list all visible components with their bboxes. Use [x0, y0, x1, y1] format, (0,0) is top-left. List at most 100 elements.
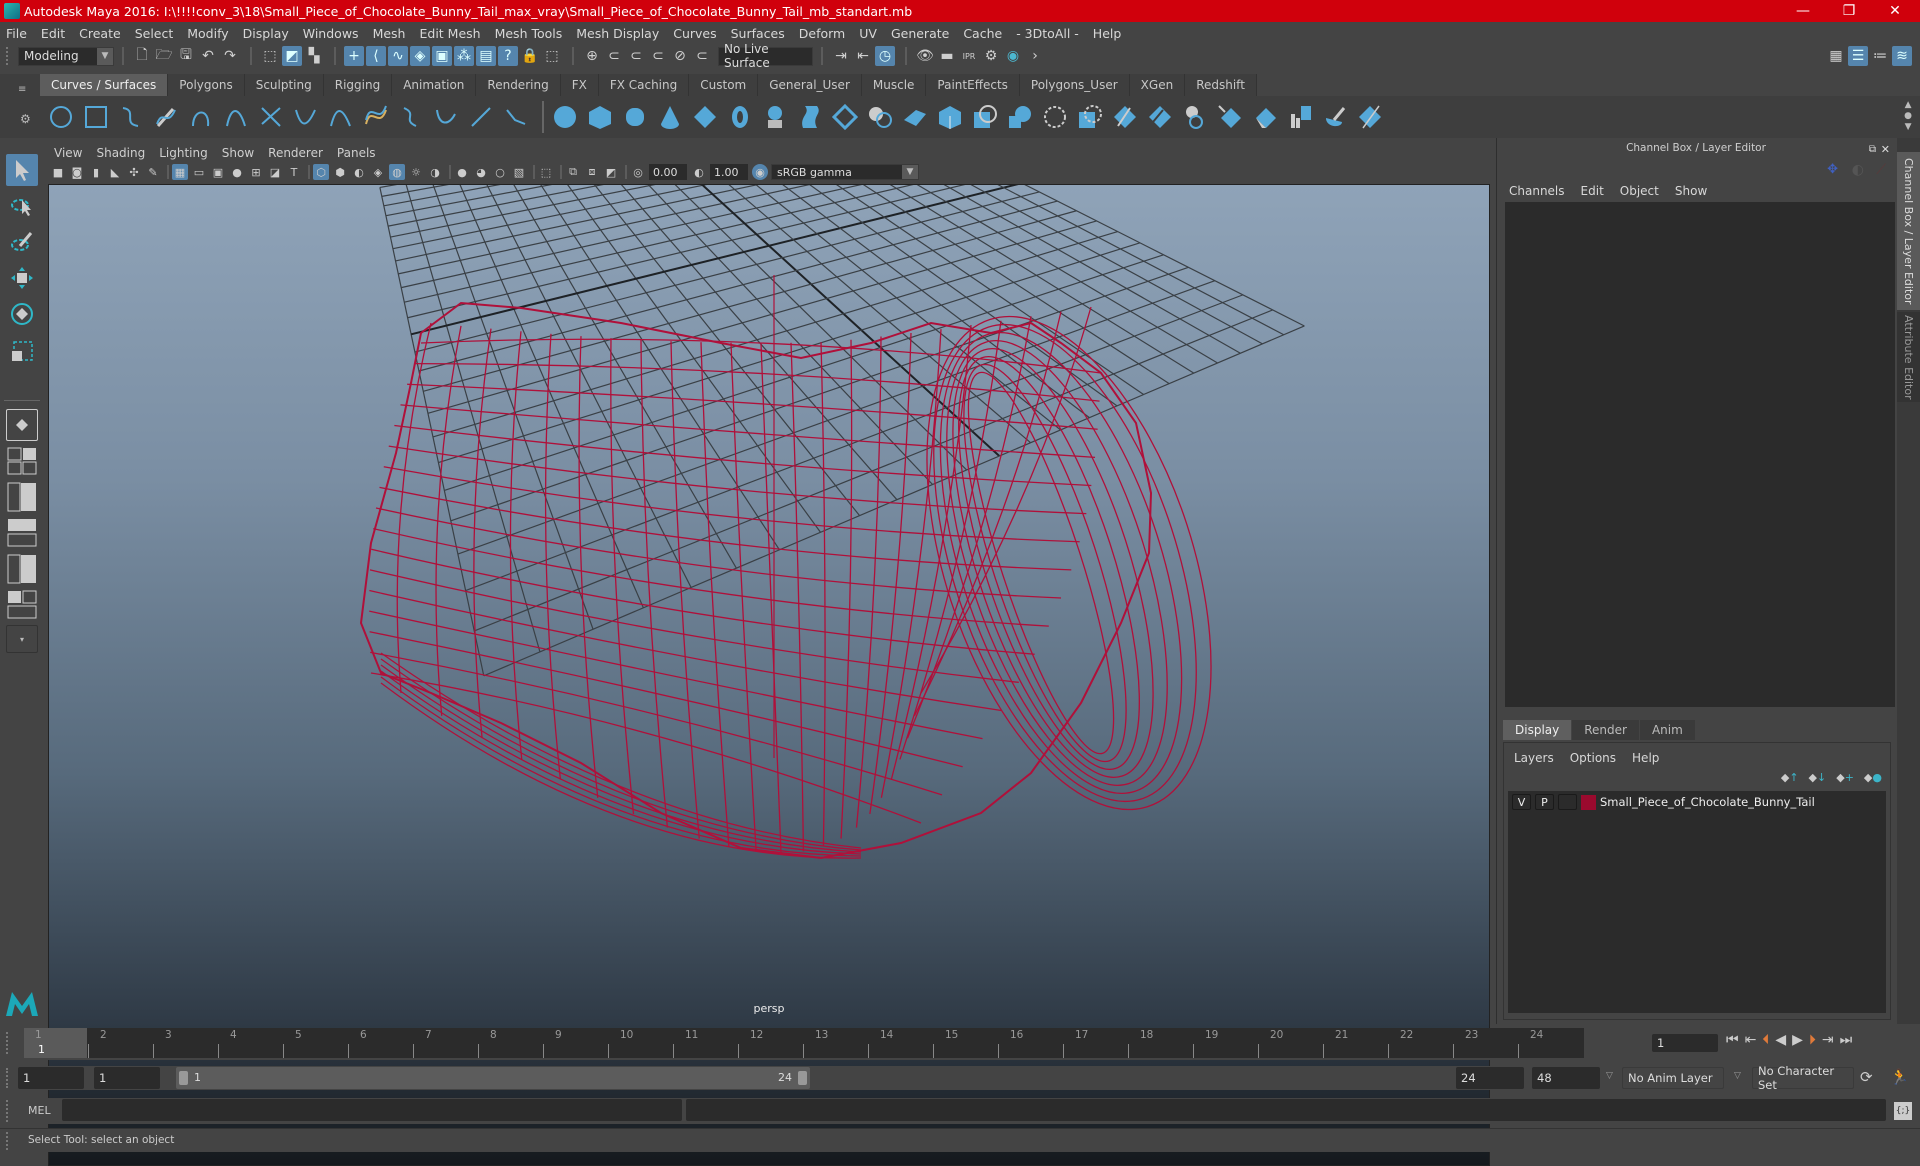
- layer-tab-anim[interactable]: Anim: [1639, 720, 1695, 740]
- drag-handle[interactable]: [6, 47, 14, 65]
- current-frame-field[interactable]: 1: [1652, 1034, 1718, 1052]
- modeling-toolkit-icon[interactable]: ▦: [1826, 46, 1846, 66]
- menu-select[interactable]: Select: [135, 26, 174, 41]
- collapse-arrow-icon[interactable]: ›: [1025, 46, 1045, 66]
- perspective-viewport[interactable]: z y x persp: [48, 184, 1490, 1166]
- animation-preferences-icon[interactable]: 🏃: [1890, 1068, 1909, 1086]
- playback-start-field[interactable]: 1: [94, 1067, 160, 1089]
- live-surface-field[interactable]: No Live Surface: [718, 42, 813, 70]
- birail-icon[interactable]: [900, 102, 930, 132]
- menu-deform[interactable]: Deform: [799, 26, 845, 41]
- range-end-handle[interactable]: [798, 1071, 807, 1085]
- menu-3dtoall[interactable]: - 3DtoAll -: [1016, 26, 1079, 41]
- hypershade-persp-layout-button[interactable]: [6, 553, 38, 585]
- lasso-tool[interactable]: [6, 190, 38, 222]
- layer-row[interactable]: V P Small_Piece_of_Chocolate_Bunny_Tail: [1508, 791, 1886, 813]
- attribute-editor-toggle-icon[interactable]: ☰: [1848, 46, 1868, 66]
- select-dynamics-icon[interactable]: ⁂: [454, 46, 474, 66]
- xray-components-icon[interactable]: ◩: [603, 164, 619, 180]
- loft-icon[interactable]: [795, 102, 825, 132]
- motion-blur-icon[interactable]: ◕: [473, 164, 489, 180]
- cut-curve-icon[interactable]: [256, 102, 286, 132]
- vp-menu-lighting[interactable]: Lighting: [159, 146, 208, 160]
- menu-curves[interactable]: Curves: [673, 26, 716, 41]
- shelf-tab-animation[interactable]: Animation: [392, 74, 477, 96]
- hyper-icon[interactable]: ⟋: [1876, 162, 1886, 178]
- shelf-tab-fx-caching[interactable]: FX Caching: [598, 74, 690, 96]
- move-layer-down-icon[interactable]: ◆↓: [1809, 771, 1827, 784]
- insert-knot-icon[interactable]: [466, 102, 496, 132]
- close-panel-icon[interactable]: ✕: [1881, 143, 1890, 156]
- pencil-curve-icon[interactable]: [151, 102, 181, 132]
- bezier-curve-icon[interactable]: [501, 102, 531, 132]
- anim-layer-chevron-icon[interactable]: ▽: [1606, 1071, 1613, 1081]
- lock-icon[interactable]: 🔒: [520, 46, 540, 66]
- shelf-tab-xgen[interactable]: XGen: [1129, 74, 1186, 96]
- side-tab-channel-box[interactable]: Channel Box / Layer Editor: [1897, 152, 1920, 310]
- render-view-icon[interactable]: 👁: [915, 46, 935, 66]
- view-transform-dropdown[interactable]: sRGB gamma ▼: [771, 164, 919, 180]
- intersect-surface-icon[interactable]: [1040, 102, 1070, 132]
- menu-file[interactable]: File: [6, 26, 27, 41]
- shelf-tab-painteffects[interactable]: PaintEffects: [926, 74, 1020, 96]
- attach-curve-icon[interactable]: [291, 102, 321, 132]
- channel-box-toggle-icon[interactable]: ≋: [1892, 46, 1912, 66]
- color-management-toggle-icon[interactable]: ◉: [752, 164, 768, 180]
- menu-create[interactable]: Create: [79, 26, 121, 41]
- snap-curve-icon[interactable]: ⊂: [604, 46, 624, 66]
- vp-menu-panels[interactable]: Panels: [337, 146, 376, 160]
- script-editor-icon[interactable]: {;}: [1894, 1102, 1912, 1120]
- go-to-start-button[interactable]: ⏮: [1726, 1032, 1739, 1048]
- vp-menu-view[interactable]: View: [54, 146, 82, 160]
- current-time-indicator[interactable]: 1: [24, 1028, 87, 1058]
- ipr-render-icon[interactable]: IPR: [959, 46, 979, 66]
- square-surface-icon[interactable]: [970, 102, 1000, 132]
- ep-curve-icon[interactable]: [186, 102, 216, 132]
- menu-mesh-display[interactable]: Mesh Display: [576, 26, 659, 41]
- exposure-field[interactable]: 0.00: [649, 164, 687, 180]
- cb-menu-channels[interactable]: Channels: [1509, 184, 1565, 198]
- side-tab-attribute-editor[interactable]: Attribute Editor: [1897, 312, 1920, 402]
- move-layer-up-icon[interactable]: ◆↑: [1781, 771, 1799, 784]
- construction-history-icon[interactable]: ◷: [875, 46, 895, 66]
- hypershade-icon[interactable]: ◉: [1003, 46, 1023, 66]
- layer-display-type-toggle[interactable]: [1558, 794, 1577, 810]
- scale-tool[interactable]: [6, 334, 38, 366]
- boundary-icon[interactable]: [935, 102, 965, 132]
- drag-handle[interactable]: [6, 1100, 8, 1122]
- shelf-tab-curves-surfaces[interactable]: Curves / Surfaces: [40, 74, 169, 96]
- film-gate-icon[interactable]: ▭: [191, 164, 207, 180]
- field-chart-icon[interactable]: ⊞: [248, 164, 264, 180]
- revolve-icon[interactable]: [760, 102, 790, 132]
- menu-surfaces[interactable]: Surfaces: [731, 26, 785, 41]
- vp-menu-shading[interactable]: Shading: [96, 146, 145, 160]
- select-component-icon[interactable]: ▚: [304, 46, 324, 66]
- vp-menu-renderer[interactable]: Renderer: [268, 146, 323, 160]
- play-backwards-button[interactable]: ◀: [1775, 1032, 1786, 1048]
- minimize-button[interactable]: —: [1780, 0, 1826, 22]
- redo-icon[interactable]: ↷: [220, 46, 240, 66]
- select-rendering-icon[interactable]: ▤: [476, 46, 496, 66]
- planar-icon[interactable]: [830, 102, 860, 132]
- four-view-layout-button[interactable]: [6, 445, 38, 477]
- save-scene-icon[interactable]: 🖫: [176, 46, 196, 66]
- anti-aliasing-icon[interactable]: ○: [492, 164, 508, 180]
- menu-mesh[interactable]: Mesh: [373, 26, 406, 41]
- scene-canvas[interactable]: [49, 185, 1490, 1025]
- render-current-icon[interactable]: ▬: [937, 46, 957, 66]
- command-language-label[interactable]: MEL: [28, 1104, 51, 1117]
- persp-graph-layout-button[interactable]: [6, 517, 38, 549]
- menu-cache[interactable]: Cache: [963, 26, 1002, 41]
- select-curve-icon[interactable]: ∿: [388, 46, 408, 66]
- use-all-lights-icon[interactable]: ☼: [408, 164, 424, 180]
- persp-graph-outliner-layout-button[interactable]: [6, 589, 38, 621]
- character-set-dropdown[interactable]: No Character Set: [1752, 1064, 1854, 1092]
- new-empty-layer-icon[interactable]: ◆+: [1836, 771, 1854, 784]
- snap-grid-icon[interactable]: ⊕: [582, 46, 602, 66]
- grid-icon[interactable]: ▦: [172, 164, 188, 180]
- command-input[interactable]: [62, 1099, 682, 1121]
- paint-select-tool[interactable]: [6, 226, 38, 258]
- layer-color-swatch[interactable]: [1581, 794, 1596, 810]
- menu-mesh-tools[interactable]: Mesh Tools: [495, 26, 563, 41]
- auto-key-icon[interactable]: ⟳: [1860, 1068, 1873, 1086]
